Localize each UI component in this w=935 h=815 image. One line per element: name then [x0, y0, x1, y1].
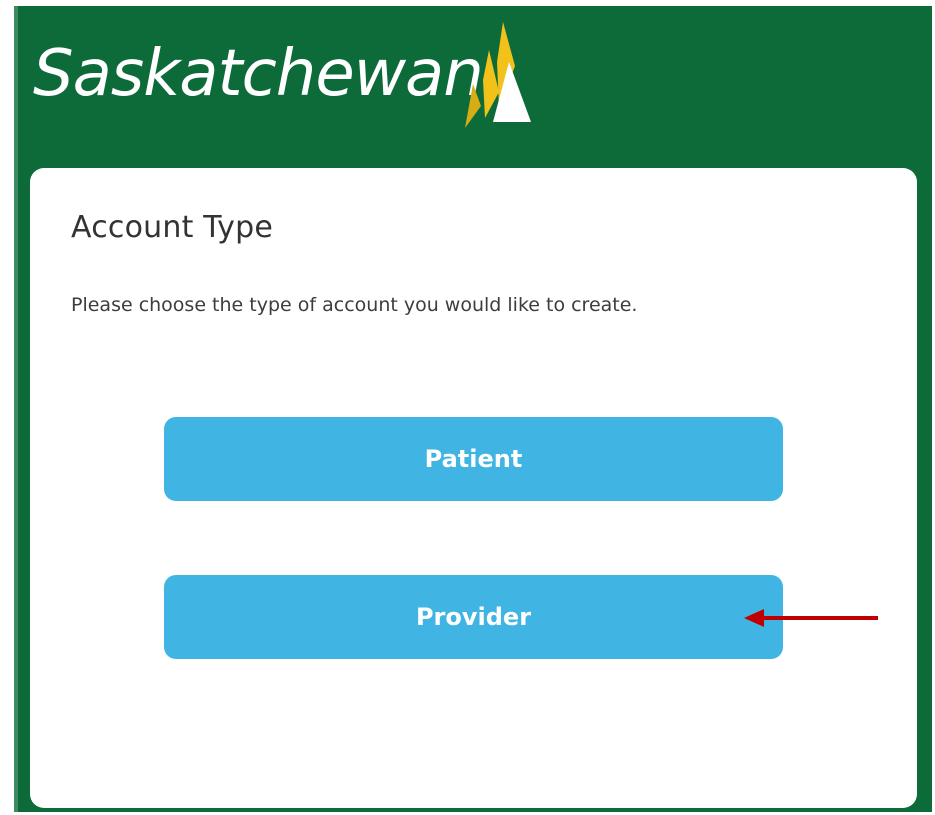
logo-wordmark: Saskatchewan [33, 37, 484, 111]
banner-edge [14, 6, 18, 812]
provider-button[interactable]: Provider [164, 575, 783, 659]
patient-button[interactable]: Patient [164, 417, 783, 501]
account-type-card: Account Type Please choose the type of a… [30, 168, 917, 808]
wheat-sail-icon [465, 22, 531, 128]
red-arrow-icon [744, 609, 878, 627]
page-title: Account Type [71, 210, 273, 245]
page-description: Please choose the type of account you wo… [71, 294, 638, 316]
